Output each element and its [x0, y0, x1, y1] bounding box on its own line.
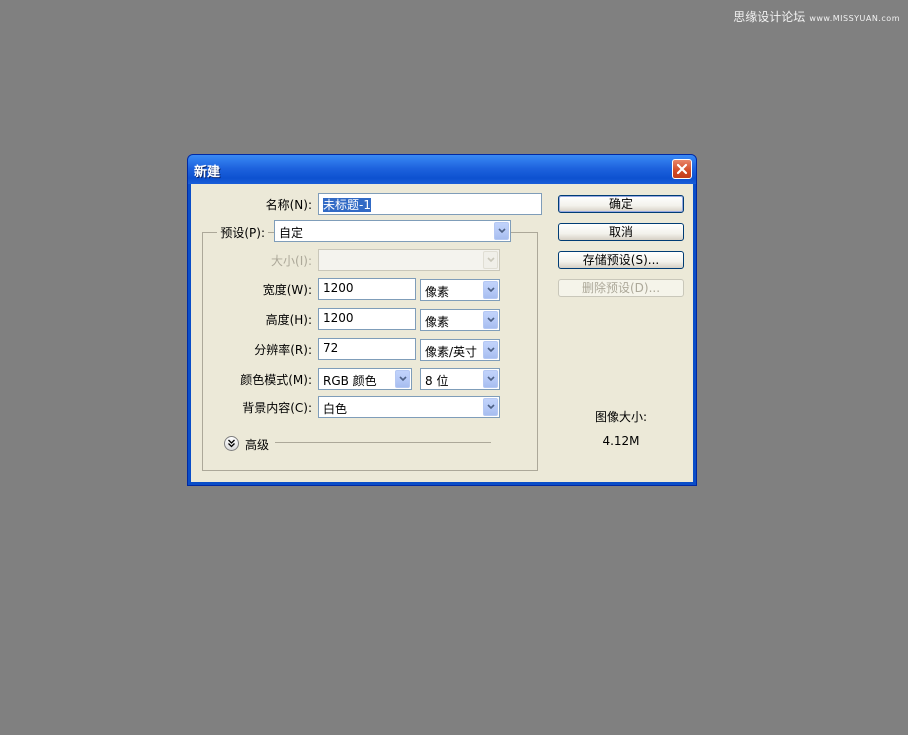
new-document-dialog: 新建 名称(N): 未标题-1 预设(P): 自定 大小(I): 宽度(W): … — [187, 154, 697, 486]
name-label: 名称(N): — [265, 198, 312, 212]
watermark: 思缘设计论坛 www.MISSYUAN.com — [733, 8, 900, 25]
chevron-down-icon — [483, 398, 498, 416]
watermark-url: www.MISSYUAN.com — [809, 14, 900, 23]
cancel-button[interactable]: 取消 — [558, 223, 684, 241]
height-unit-select[interactable]: 像素 — [420, 309, 500, 331]
height-label: 高度(H): — [265, 313, 312, 327]
resolution-value: 72 — [323, 341, 339, 355]
width-label: 宽度(W): — [262, 283, 312, 297]
preset-value: 自定 — [279, 226, 304, 240]
advanced-label[interactable]: 高级 — [245, 436, 269, 453]
height-value: 1200 — [323, 311, 354, 325]
size-label: 大小(I): — [271, 254, 312, 268]
background-select[interactable]: 白色 — [318, 396, 500, 418]
width-value: 1200 — [323, 281, 354, 295]
chevron-down-icon — [483, 251, 498, 269]
color-mode-select[interactable]: RGB 颜色 — [318, 368, 412, 390]
chevron-down-icon — [483, 341, 498, 359]
dialog-title: 新建 — [194, 165, 221, 180]
delete-preset-button: 删除预设(D)... — [558, 279, 684, 297]
background-value: 白色 — [323, 402, 348, 416]
dialog-titlebar[interactable]: 新建 — [188, 155, 696, 184]
dialog-body: 名称(N): 未标题-1 预设(P): 自定 大小(I): 宽度(W): 120… — [191, 184, 693, 482]
chevron-down-icon — [483, 370, 498, 388]
chevron-down-icon — [395, 370, 410, 388]
chevron-down-icon — [483, 311, 498, 329]
chevron-down-icon — [483, 281, 498, 299]
height-input[interactable]: 1200 — [318, 308, 416, 330]
width-unit: 像素 — [425, 285, 450, 299]
size-select — [318, 249, 500, 271]
resolution-input[interactable]: 72 — [318, 338, 416, 360]
ok-button[interactable]: 确定 — [558, 195, 684, 213]
width-input[interactable]: 1200 — [318, 278, 416, 300]
preset-select[interactable]: 自定 — [274, 220, 511, 242]
chevron-double-down-icon[interactable] — [224, 436, 239, 451]
name-value: 未标题-1 — [323, 198, 371, 212]
save-preset-button[interactable]: 存储预设(S)... — [558, 251, 684, 269]
resolution-label: 分辨率(R): — [254, 343, 312, 357]
preset-label: 预设(P): — [217, 224, 268, 241]
color-mode-value: RGB 颜色 — [323, 374, 377, 388]
chevron-down-icon — [494, 222, 509, 240]
image-size-value: 4.12M — [602, 434, 640, 448]
width-unit-select[interactable]: 像素 — [420, 279, 500, 301]
close-button[interactable] — [672, 159, 692, 179]
height-unit: 像素 — [425, 315, 450, 329]
resolution-unit: 像素/英寸 — [425, 345, 478, 359]
resolution-unit-select[interactable]: 像素/英寸 — [420, 339, 500, 361]
background-label: 背景内容(C): — [242, 401, 312, 415]
advanced-divider — [275, 442, 491, 443]
image-size-label: 图像大小: — [594, 410, 648, 424]
close-icon — [676, 163, 688, 175]
name-input[interactable]: 未标题-1 — [318, 193, 542, 215]
color-mode-label: 颜色模式(M): — [240, 373, 312, 387]
bit-depth-value: 8 位 — [425, 374, 449, 388]
bit-depth-select[interactable]: 8 位 — [420, 368, 500, 390]
watermark-text: 思缘设计论坛 — [733, 10, 806, 24]
